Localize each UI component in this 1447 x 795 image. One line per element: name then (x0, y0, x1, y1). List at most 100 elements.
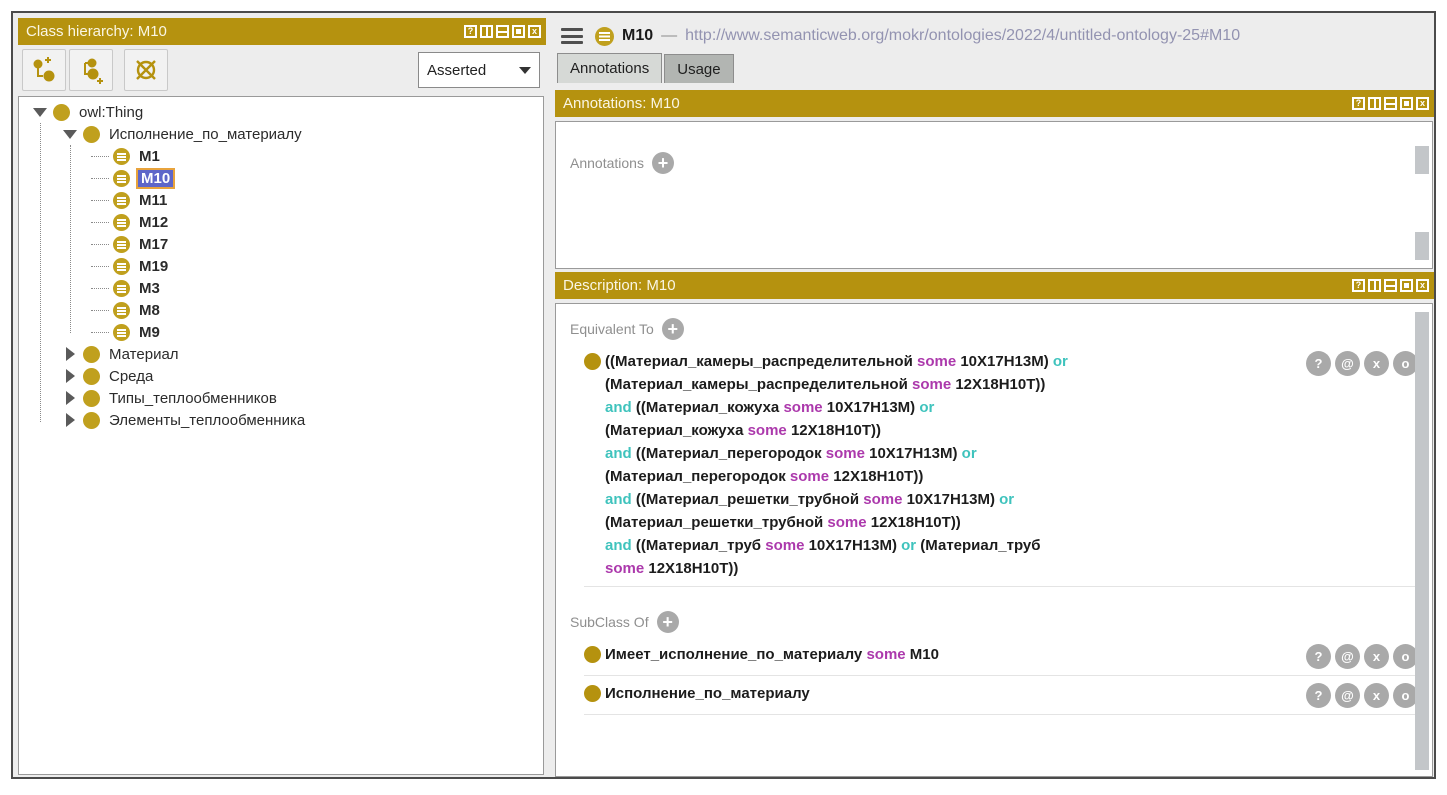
keyword-some: some (748, 422, 787, 439)
entity-panel: M10 — http://www.semanticweb.org/mokr/on… (555, 18, 1434, 777)
annotations-scrollbar-thumb[interactable] (1415, 146, 1429, 174)
menu-icon[interactable] (561, 28, 583, 44)
tab-usage[interactable]: Usage (664, 54, 733, 83)
split-horizontally-icon[interactable] (496, 25, 509, 38)
class-expression-text: (Материал_перегородок (605, 468, 790, 485)
annotate-button[interactable]: @ (1335, 644, 1360, 669)
tree-item-m19[interactable]: M19 (19, 255, 543, 277)
annotations-scrollbar-bottom[interactable] (1415, 232, 1429, 260)
axiom-row[interactable]: Имеет_исполнение_по_материалу some M10?@… (584, 643, 1418, 676)
delete-button[interactable]: x (1364, 351, 1389, 376)
add-sibling-class-icon (77, 56, 105, 84)
float-icon[interactable] (512, 25, 525, 38)
expander-expanded-icon[interactable] (33, 108, 47, 117)
equivalent-class-icon (113, 192, 130, 209)
tree-item-m12[interactable]: M12 (19, 211, 543, 233)
tree-item--[interactable]: Среда (19, 365, 543, 387)
tree-item--[interactable]: Исполнение_по_материалу (19, 123, 543, 145)
add-superclass-button[interactable]: + (657, 611, 679, 633)
tree-item--[interactable]: Типы_теплообменников (19, 387, 543, 409)
help-icon[interactable]: ? (1352, 97, 1365, 110)
split-vertically-icon[interactable] (1368, 97, 1381, 110)
add-subclass-button[interactable] (22, 49, 66, 91)
description-scrollbar-thumb[interactable] (1415, 312, 1429, 770)
float-icon[interactable] (1400, 279, 1413, 292)
tree-item--[interactable]: Материал (19, 343, 543, 365)
help-icon[interactable]: ? (464, 25, 477, 38)
tree-connector (91, 332, 109, 333)
add-sibling-class-button[interactable] (69, 49, 113, 91)
tree-item-m9[interactable]: M9 (19, 321, 543, 343)
delete-class-button[interactable] (124, 49, 168, 91)
tree-item--[interactable]: Элементы_теплообменника (19, 409, 543, 431)
tree-item-label: M8 (136, 302, 163, 319)
class-expression-text: 12X18H10T)) (951, 376, 1045, 393)
keyword-conjunction: and (605, 537, 632, 554)
add-equivalent-class-button[interactable]: + (662, 318, 684, 340)
class-icon (584, 646, 601, 663)
tree-item-label: M10 (136, 168, 175, 189)
help-icon[interactable]: ? (1352, 279, 1365, 292)
description-section: Description: M10 ?x (555, 272, 1434, 299)
class-expression-text: ((Материал_камеры_распределительной (605, 353, 917, 370)
tree-item-owl-thing[interactable]: owl:Thing (19, 101, 543, 123)
expander-collapsed-icon[interactable] (66, 413, 75, 427)
class-expression-text: ((Материал_решетки_трубной (632, 491, 864, 508)
subclass-of-row: SubClass Of + (570, 611, 1432, 633)
equivalent-class-icon (113, 324, 130, 341)
explain-button[interactable]: ? (1306, 644, 1331, 669)
split-vertically-icon[interactable] (480, 25, 493, 38)
tree-connector (91, 310, 109, 311)
delete-button[interactable]: x (1364, 644, 1389, 669)
axiom-row[interactable]: ((Материал_камеры_распределительной some… (584, 350, 1418, 587)
annotations-window-controls: ?x (1352, 97, 1429, 110)
float-icon[interactable] (1400, 97, 1413, 110)
annotations-section: Annotations: M10 ?x (555, 90, 1434, 117)
tree-item-m1[interactable]: M1 (19, 145, 543, 167)
explain-button[interactable]: ? (1306, 351, 1331, 376)
split-horizontally-icon[interactable] (1384, 279, 1397, 292)
class-icon (53, 104, 70, 121)
class-icon (83, 346, 100, 363)
entity-name: M10 (622, 27, 653, 45)
close-icon[interactable]: x (528, 25, 541, 38)
entity-tabs: AnnotationsUsage (555, 54, 1434, 83)
workspace-frame: Class hierarchy: M10 ?x (11, 11, 1436, 779)
close-icon[interactable]: x (1416, 279, 1429, 292)
expander-collapsed-icon[interactable] (66, 391, 75, 405)
keyword-some: some (765, 537, 804, 554)
protege-window: Class hierarchy: M10 ?x (0, 0, 1447, 795)
tab-annotations[interactable]: Annotations (557, 53, 662, 83)
hierarchy-mode-dropdown[interactable]: Asserted (418, 52, 540, 88)
description-window-controls: ?x (1352, 279, 1429, 292)
tree-item-m17[interactable]: M17 (19, 233, 543, 255)
split-horizontally-icon[interactable] (1384, 97, 1397, 110)
axiom-row[interactable]: Исполнение_по_материалу?@xo (584, 682, 1418, 715)
add-annotation-button[interactable]: + (652, 152, 674, 174)
class-icon (83, 126, 100, 143)
annotate-button[interactable]: @ (1335, 351, 1360, 376)
class-expression-text: ((Материал_кожуха (632, 399, 784, 416)
explain-button[interactable]: ? (1306, 683, 1331, 708)
class-expression-text: Имеет_исполнение_по_материалу (605, 646, 866, 663)
delete-button[interactable]: x (1364, 683, 1389, 708)
expander-collapsed-icon[interactable] (66, 347, 75, 361)
class-hierarchy-header: Class hierarchy: M10 ?x (18, 18, 546, 45)
class-expression-text: 10X17H13M) (804, 537, 901, 554)
annotations-header: Annotations: M10 ?x (555, 90, 1434, 117)
keyword-conjunction: and (605, 445, 632, 462)
expander-expanded-icon[interactable] (63, 130, 77, 139)
class-expression-text: 10X17H13M) (956, 353, 1053, 370)
tree-item-label: M3 (136, 280, 163, 297)
annotations-empty-row: Annotations + (570, 152, 1432, 174)
class-expression-text: Исполнение_по_материалу (605, 685, 810, 702)
close-icon[interactable]: x (1416, 97, 1429, 110)
tree-item-m11[interactable]: M11 (19, 189, 543, 211)
tree-item-m10[interactable]: M10 (19, 167, 543, 189)
tree-item-m8[interactable]: M8 (19, 299, 543, 321)
split-vertically-icon[interactable] (1368, 279, 1381, 292)
tree-item-m3[interactable]: M3 (19, 277, 543, 299)
expander-collapsed-icon[interactable] (66, 369, 75, 383)
annotate-button[interactable]: @ (1335, 683, 1360, 708)
class-expression-text: ((Материал_труб (632, 537, 766, 554)
